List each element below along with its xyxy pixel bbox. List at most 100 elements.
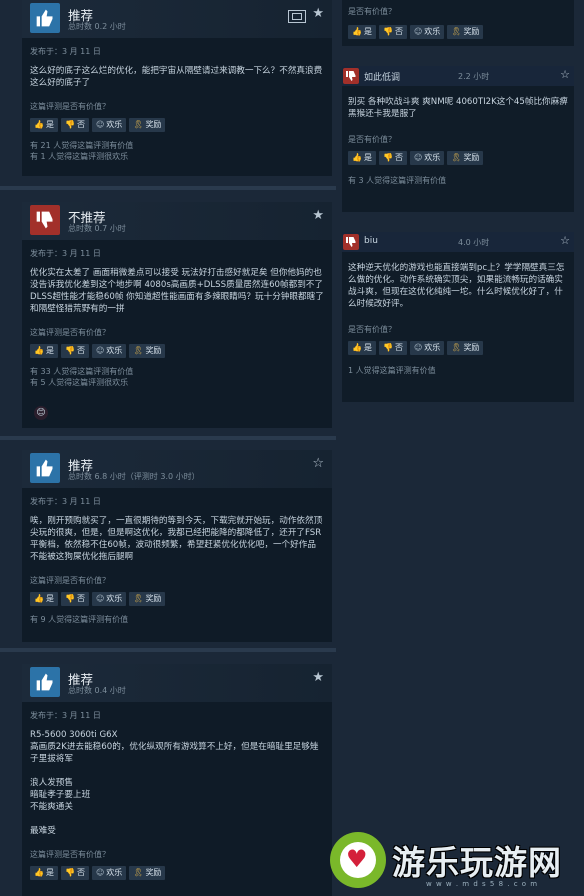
review-header: 如此低调 2.2 小时 ☆ <box>342 66 574 86</box>
watermark-text: 游乐玩游网 <box>392 843 562 882</box>
no-button[interactable]: 👎 否 <box>60 344 89 358</box>
funny-button[interactable]: ☺ 欢乐 <box>409 25 445 39</box>
smiley-icon: ☺ <box>413 153 423 162</box>
heart-icon: ♥ <box>346 845 368 873</box>
review-header: 推荐 总时数 6.8 小时（评测时 3.0 小时） ☆ <box>22 450 332 488</box>
yes-button[interactable]: 👍 是 <box>348 151 376 165</box>
watermark-logo: ♥ <box>330 832 386 888</box>
award-button[interactable]: 🎗 奖励 <box>129 118 166 132</box>
helpful-question: 这篇评测是否有价值？ <box>30 328 110 337</box>
award-badge[interactable]: 😊 <box>34 406 48 420</box>
funny-button[interactable]: ☺ 欢乐 <box>91 118 127 132</box>
review-header: 推荐 总时数 0.4 小时 ★ <box>22 664 332 702</box>
helpful-count: 有 9 人觉得这篇评测有价值 <box>30 615 129 624</box>
yes-button[interactable]: 👍 是 <box>30 592 58 606</box>
thumbs-down-icon <box>30 205 60 235</box>
vote-buttons: 👍 是 👎 否 ☺ 欢乐 🎗 奖励 <box>348 151 574 165</box>
reviewer-name[interactable]: biu <box>364 236 378 246</box>
thumbs-down-icon: 👎 <box>382 343 393 352</box>
helpful-count: 有 33 人觉得这篇评测有价值 <box>30 367 134 376</box>
award-ribbon-icon: 🎗 <box>133 594 144 603</box>
yes-button[interactable]: 👍 是 <box>30 344 58 358</box>
review-text: 优化实在太差了 画面稍微差点可以接受 玩法好打击感好就足矣 但你他妈的也没告诉我… <box>30 268 327 314</box>
thumbs-down-icon: 👎 <box>382 27 393 36</box>
award-button[interactable]: 🎗 奖励 <box>447 341 484 355</box>
helpful-count: 1 人觉得这篇评测有价值 <box>348 366 436 375</box>
post-date: 发布于：3 月 11 日 <box>30 47 101 56</box>
helpful-count: 有 21 人觉得这篇评测有价值 <box>30 141 134 150</box>
post-date: 发布于：3 月 11 日 <box>30 497 101 506</box>
yes-button[interactable]: 👍 是 <box>348 25 376 39</box>
smiley-icon: ☺ <box>413 27 423 36</box>
smiley-icon: 😊 <box>36 408 46 418</box>
star-icon[interactable]: ☆ <box>560 68 570 81</box>
playtime: 总时数 0.4 小时 <box>68 686 126 695</box>
funny-count: 有 1 人觉得这篇评测很欢乐 <box>30 152 129 161</box>
thumbs-up-icon <box>30 667 60 697</box>
review-text: 唉，刚开预购就买了，一直很期待的等到今天，下载完就开始玩，动作依然顶尖玩的很爽，… <box>30 516 323 562</box>
review-card: 不推荐 总时数 0.7 小时 ★ 发布于：3 月 11 日 优化实在太差了 画面… <box>22 202 332 428</box>
funny-count: 有 5 人觉得这篇评测很欢乐 <box>30 378 129 387</box>
post-date: 发布于：3 月 11 日 <box>30 249 101 258</box>
thumbs-up-icon: 👍 <box>352 153 362 162</box>
vote-buttons: 👍 是 👎 否 ☺ 欢乐 🎗 奖励 <box>30 344 332 358</box>
vote-buttons: 👍 是 👎 否 ☺ 欢乐 🎗 奖励 <box>30 866 332 880</box>
helpful-question: 这篇评测是否有价值？ <box>30 576 110 585</box>
review-header: 推荐 总时数 0.2 小时 ★ <box>22 0 332 38</box>
award-button[interactable]: 🎗 奖励 <box>129 344 166 358</box>
thumbs-down-icon: 👎 <box>64 594 75 603</box>
yes-button[interactable]: 👍 是 <box>30 866 58 880</box>
thumbs-down-icon <box>343 68 359 84</box>
no-button[interactable]: 👎 否 <box>60 592 89 606</box>
no-button[interactable]: 👎 否 <box>60 866 89 880</box>
divider <box>0 648 336 652</box>
watermark-url: w w w . m d s 5 8 . c o m <box>426 880 539 888</box>
funny-button[interactable]: ☺ 欢乐 <box>91 866 127 880</box>
smiley-icon: ☺ <box>95 868 105 877</box>
yes-button[interactable]: 👍 是 <box>30 118 58 132</box>
smiley-icon: ☺ <box>413 343 423 352</box>
thumbs-down-icon: 👎 <box>64 346 75 355</box>
award-ribbon-icon: 🎗 <box>451 27 462 36</box>
no-button[interactable]: 👎 否 <box>378 151 407 165</box>
review-header: biu 4.0 小时 ☆ <box>342 232 574 252</box>
award-button[interactable]: 🎗 奖励 <box>129 592 166 606</box>
thumbs-up-icon: 👍 <box>34 120 44 129</box>
award-button[interactable]: 🎗 奖励 <box>447 151 484 165</box>
award-button[interactable]: 🎗 奖励 <box>447 25 484 39</box>
thumbs-down-icon: 👎 <box>382 153 393 162</box>
no-button[interactable]: 👎 否 <box>60 118 89 132</box>
playtime: 2.2 小时 <box>458 72 490 81</box>
vote-buttons: 👍 是 👎 否 ☺ 欢乐 🎗 奖励 <box>30 592 332 606</box>
thumbs-down-icon: 👎 <box>64 868 75 877</box>
helpful-question: 这篇评测是否有价值？ <box>30 850 110 859</box>
smiley-icon: ☺ <box>95 120 105 129</box>
no-button[interactable]: 👎 否 <box>378 341 407 355</box>
thumbs-down-icon <box>343 234 359 250</box>
no-button[interactable]: 👎 否 <box>378 25 407 39</box>
funny-button[interactable]: ☺ 欢乐 <box>91 344 127 358</box>
film-icon[interactable] <box>288 10 306 23</box>
funny-button[interactable]: ☺ 欢乐 <box>409 151 445 165</box>
vote-buttons: 👍 是 👎 否 ☺ 欢乐 🎗 奖励 <box>348 341 574 355</box>
playtime: 4.0 小时 <box>458 238 490 247</box>
star-icon[interactable]: ★ <box>312 208 324 223</box>
award-ribbon-icon: 🎗 <box>451 343 462 352</box>
review-card: 推荐 总时数 0.4 小时 ★ 发布于：3 月 11 日 R5-5600 306… <box>22 664 332 896</box>
thumbs-up-icon: 👍 <box>352 27 362 36</box>
award-button[interactable]: 🎗 奖励 <box>129 866 166 880</box>
thumbs-up-icon: 👍 <box>34 868 44 877</box>
playtime: 总时数 6.8 小时（评测时 3.0 小时） <box>68 472 200 481</box>
star-icon[interactable]: ★ <box>312 670 324 685</box>
funny-button[interactable]: ☺ 欢乐 <box>91 592 127 606</box>
funny-button[interactable]: ☺ 欢乐 <box>409 341 445 355</box>
helpful-question: 这篇评测是否有价值？ <box>30 102 110 111</box>
star-icon[interactable]: ★ <box>312 6 324 21</box>
divider <box>0 186 336 190</box>
helpful-question: 是否有价值？ <box>348 135 396 144</box>
star-icon[interactable]: ☆ <box>312 456 324 471</box>
thumbs-up-icon: 👍 <box>34 346 44 355</box>
yes-button[interactable]: 👍 是 <box>348 341 376 355</box>
star-icon[interactable]: ☆ <box>560 234 570 247</box>
reviewer-name[interactable]: 如此低调 <box>364 70 400 83</box>
